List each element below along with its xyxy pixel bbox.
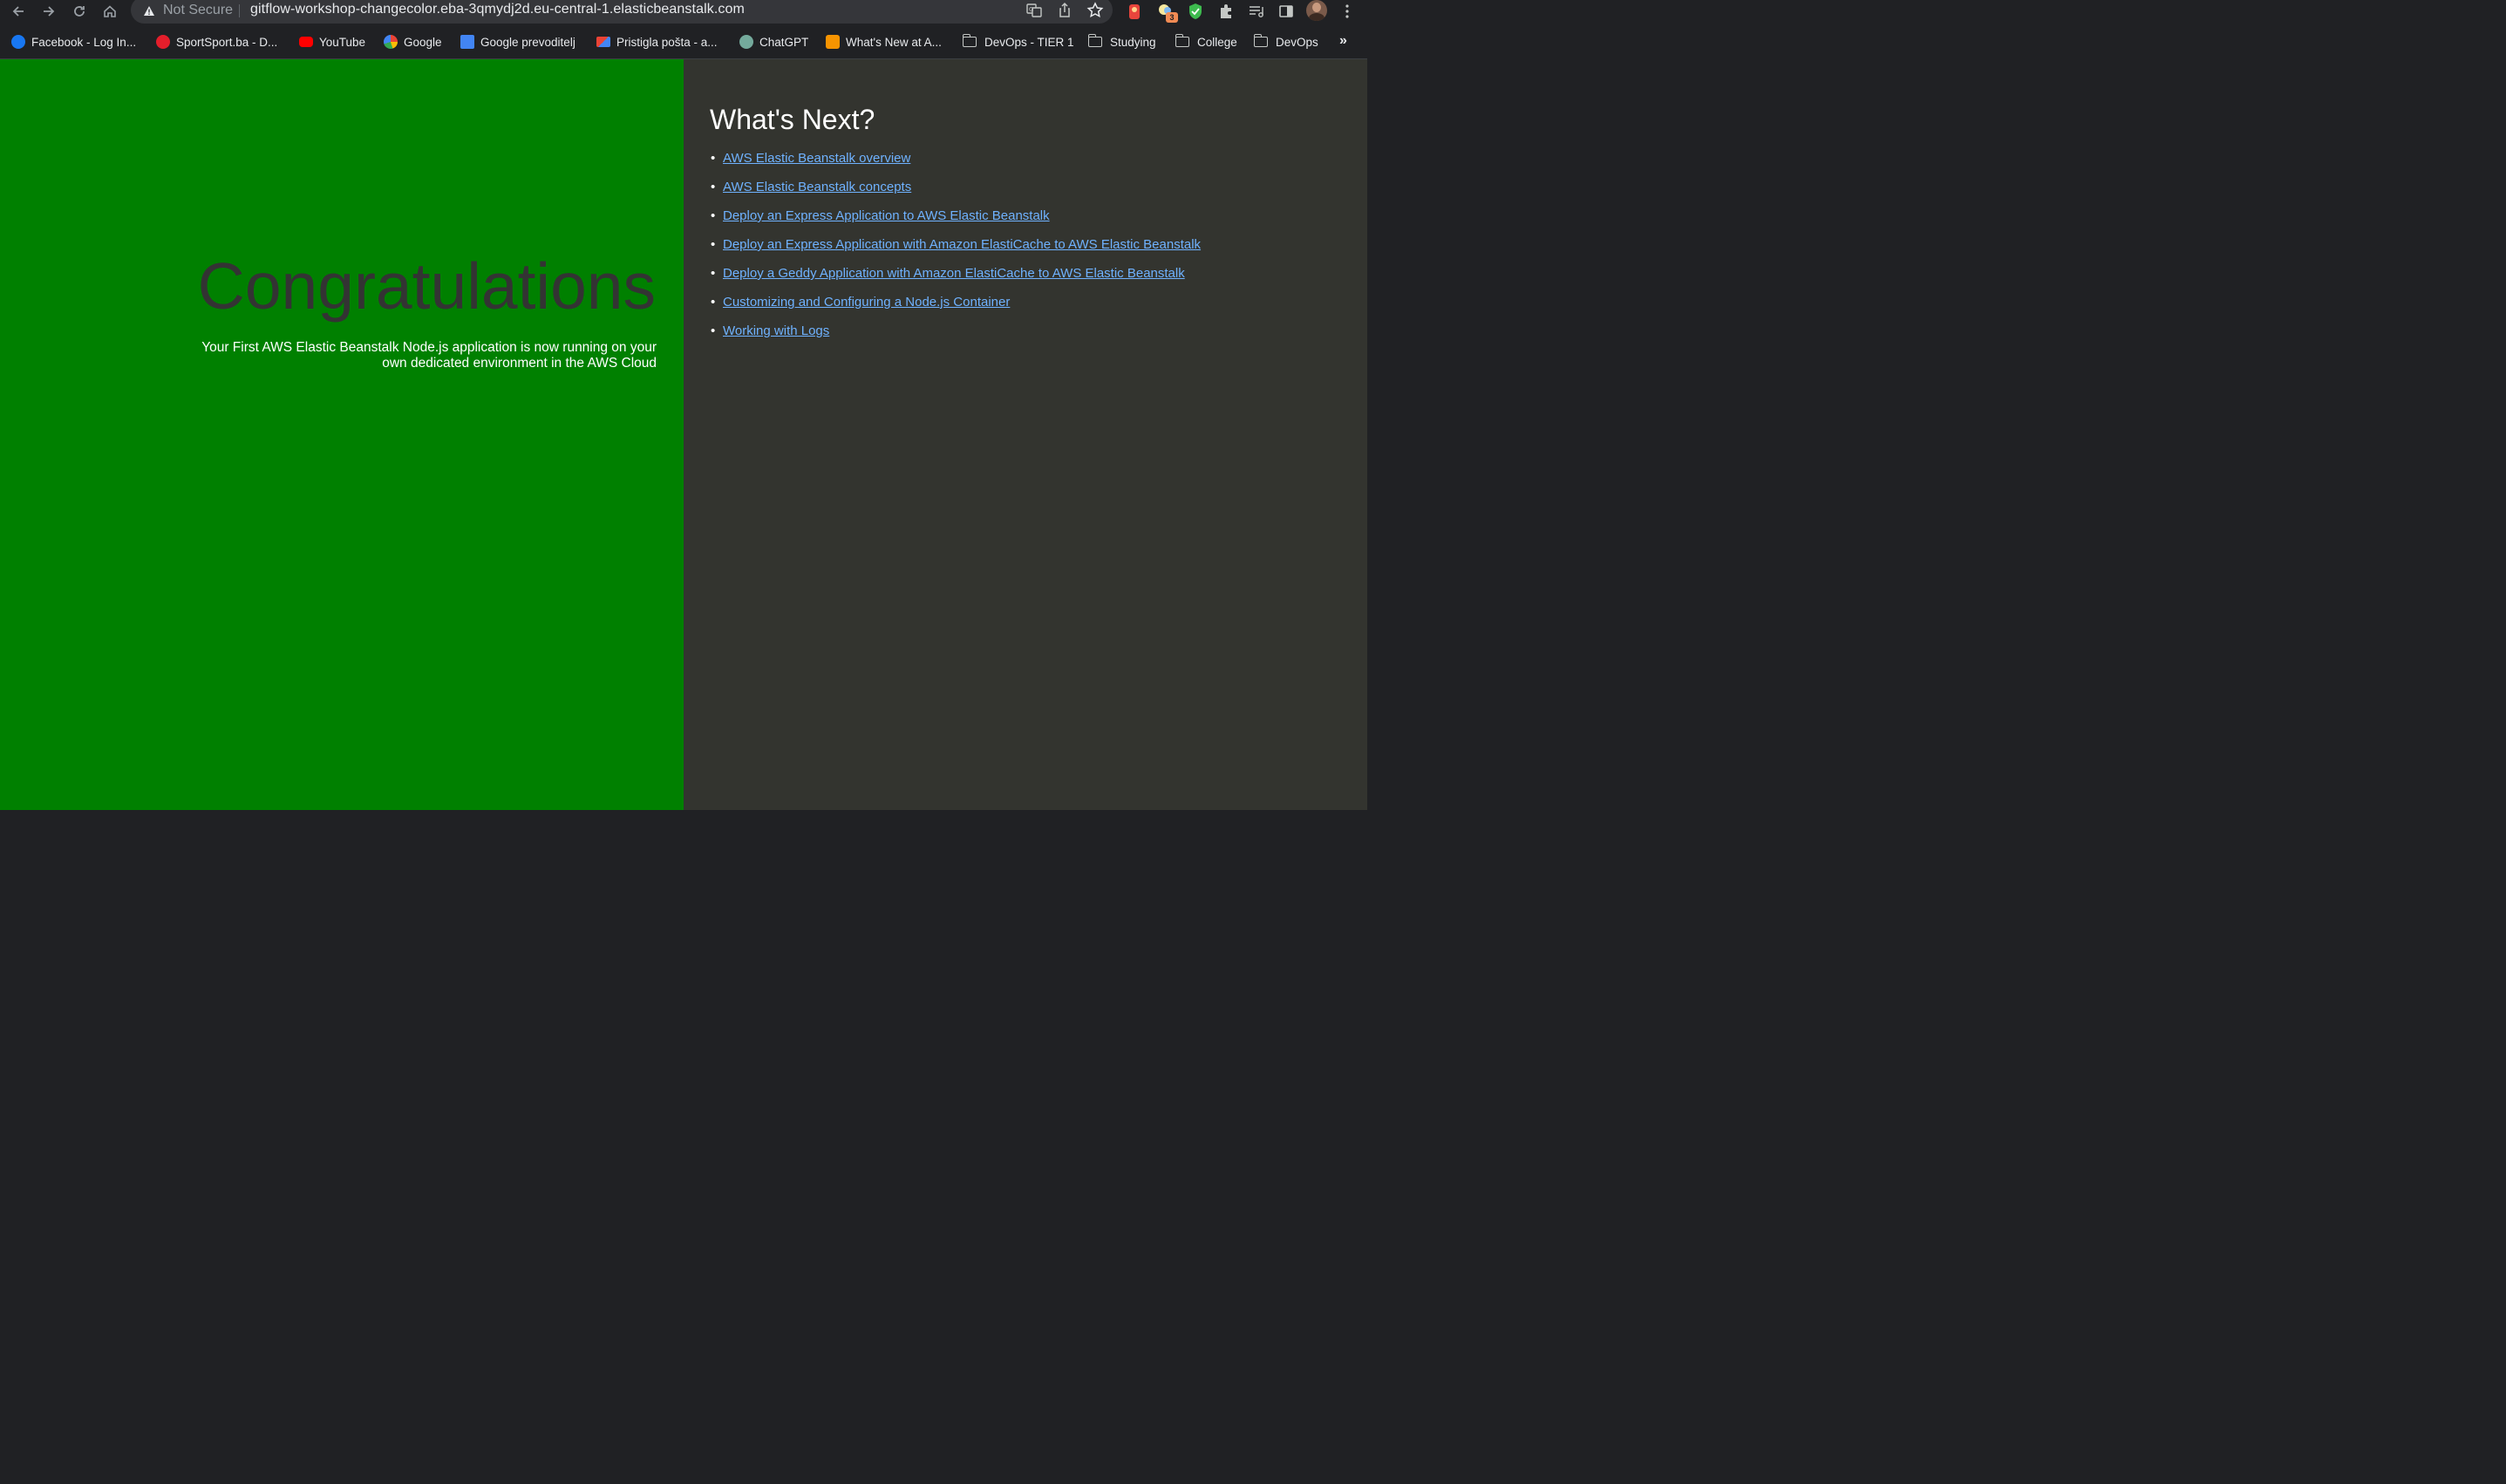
bookmark-youtube[interactable]: YouTube [299,34,365,51]
list-item: Deploy an Express Application with Amazo… [710,236,1201,265]
bookmark-facebook[interactable]: Facebook - Log In... [11,34,136,51]
link-nodejs-container[interactable]: Customizing and Configuring a Node.js Co… [723,295,1010,310]
google-icon [384,35,398,49]
warning-icon[interactable] [143,5,155,17]
page-content: Congratulations Your First AWS Elastic B… [0,59,1367,810]
bookmark-label: SportSport.ba - D... [176,36,278,49]
address-separator [239,4,240,17]
bookmark-google[interactable]: Google [384,34,442,51]
chatgpt-icon [739,35,753,49]
bookmark-folder-devops-tier1[interactable]: DevOps - TIER 1 [962,34,1074,51]
bookmark-folder-devops[interactable]: DevOps [1253,34,1318,51]
address-bar[interactable]: Not Secure gitflow-workshop-changecolor.… [131,0,1113,24]
link-deploy-geddy-elasticache[interactable]: Deploy a Geddy Application with Amazon E… [723,266,1185,281]
home-icon[interactable] [97,0,123,23]
url-text[interactable]: gitflow-workshop-changecolor.eba-3qmydj2… [250,2,745,17]
back-icon[interactable] [5,0,31,23]
facebook-icon [11,35,25,49]
bookmark-gmail[interactable]: Pristigla pošta - a... [596,34,718,51]
side-panel-icon[interactable] [1277,3,1295,20]
congratulations-panel: Congratulations Your First AWS Elastic B… [0,59,684,810]
profile-avatar[interactable] [1306,0,1327,21]
reading-list-icon[interactable] [1248,3,1265,20]
folder-icon [1253,34,1268,47]
bookmark-label: Google [404,36,442,49]
puzzle-icon[interactable] [1217,3,1235,20]
extension-icon[interactable] [1126,3,1143,20]
page-title: Congratulations [197,249,656,323]
folder-icon [1087,34,1102,47]
bookmark-aws[interactable]: What's New at A... [826,34,942,51]
youtube-icon [299,37,313,47]
list-item: AWS Elastic Beanstalk overview [710,150,1201,179]
list-item: Working with Logs [710,323,1201,351]
bookmark-label: Facebook - Log In... [31,36,137,49]
menu-icon[interactable] [1340,3,1354,20]
bookmark-label: DevOps [1276,36,1318,49]
aws-icon [826,35,840,49]
bookmark-folder-college[interactable]: College [1175,34,1237,51]
reload-icon[interactable] [66,0,92,23]
bookmark-label: What's New at A... [846,36,942,49]
list-item: Deploy an Express Application to AWS Ela… [710,208,1201,236]
browser-toolbar: Not Secure gitflow-workshop-changecolor.… [0,0,1367,24]
folder-icon [962,34,977,47]
bookmark-label: College [1197,36,1237,49]
welcome-message: Your First AWS Elastic Beanstalk Node.js… [201,340,657,371]
bookmark-label: YouTube [319,36,366,49]
bookmark-label: Pristigla pošta - a... [616,36,718,49]
list-item: Deploy a Geddy Application with Amazon E… [710,265,1201,294]
whats-next-heading: What's Next? [710,104,875,135]
link-beanstalk-overview[interactable]: AWS Elastic Beanstalk overview [723,151,910,166]
link-deploy-express[interactable]: Deploy an Express Application to AWS Ela… [723,208,1050,223]
bookmark-folder-studying[interactable]: Studying [1087,34,1156,51]
bookmark-label: Studying [1110,36,1156,49]
bookmark-label: DevOps - TIER 1 [984,36,1074,49]
bookmarks-bar: Facebook - Log In... SportSport.ba - D..… [0,24,1367,59]
list-item: AWS Elastic Beanstalk concepts [710,179,1201,208]
google-translate-icon [460,35,474,49]
shield-icon[interactable] [1187,3,1204,20]
resource-links: AWS Elastic Beanstalk overview AWS Elast… [710,150,1201,351]
bookmark-star-icon[interactable] [1086,2,1104,19]
svg-text:G: G [1029,6,1033,13]
sportsport-icon [156,35,170,49]
gmail-icon [596,37,610,47]
whats-next-panel: What's Next? AWS Elastic Beanstalk overv… [684,59,1367,810]
bookmark-google-translate[interactable]: Google prevoditelj [460,34,575,51]
link-deploy-express-elasticache[interactable]: Deploy an Express Application with Amazo… [723,237,1201,252]
translate-icon[interactable]: G [1025,2,1043,19]
share-icon[interactable] [1056,2,1073,19]
link-beanstalk-concepts[interactable]: AWS Elastic Beanstalk concepts [723,180,911,194]
extension-badge: 3 [1166,12,1178,23]
folder-icon [1175,34,1189,47]
bookmark-label: Google prevoditelj [480,36,575,49]
bookmarks-more-button[interactable]: » [1339,33,1347,49]
bookmark-sportsport[interactable]: SportSport.ba - D... [156,34,277,51]
forward-icon[interactable] [36,0,62,23]
bookmark-chatgpt[interactable]: ChatGPT [739,34,808,51]
security-label[interactable]: Not Secure [163,3,233,18]
bookmark-label: ChatGPT [759,36,809,49]
list-item: Customizing and Configuring a Node.js Co… [710,294,1201,323]
link-working-with-logs[interactable]: Working with Logs [723,323,829,338]
